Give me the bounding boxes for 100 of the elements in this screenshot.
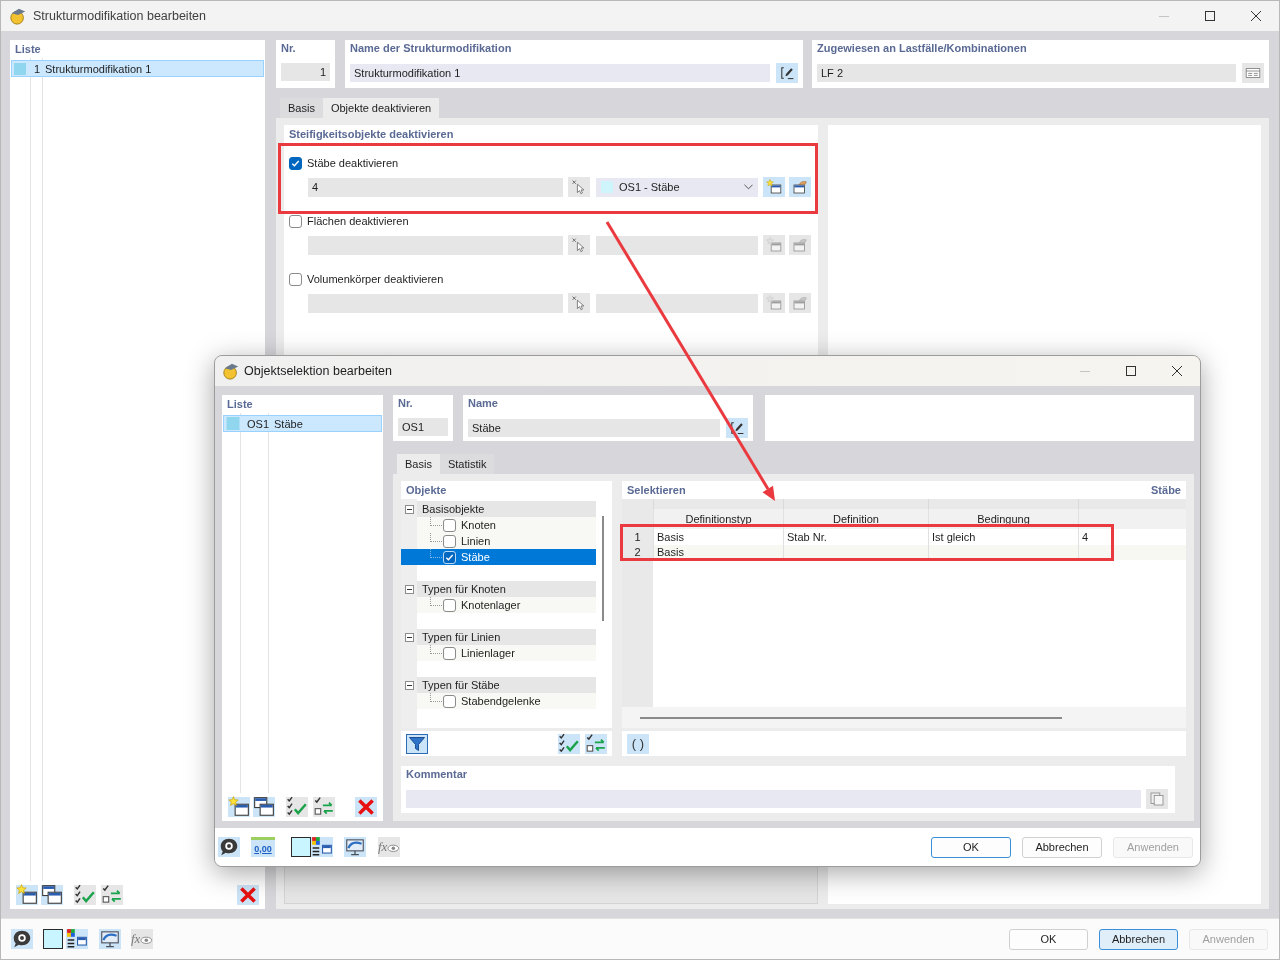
load-case-field[interactable]: LF 2 (817, 64, 1236, 82)
copy-comment-button[interactable] (1146, 789, 1168, 809)
table-icon (1245, 65, 1261, 81)
color-swatch-icon (291, 837, 311, 857)
collapse-icon[interactable] (404, 632, 414, 642)
object-number-field[interactable] (308, 293, 563, 313)
edit-selection-button[interactable] (789, 177, 811, 197)
tree-group-label[interactable]: Typen für Linien (417, 629, 596, 645)
display-button[interactable] (344, 837, 366, 857)
object-number-field[interactable]: 4 (308, 177, 563, 197)
maximize-icon (1126, 366, 1136, 376)
new-window-icon (766, 237, 782, 253)
collapse-icon[interactable] (404, 584, 414, 594)
copy-button[interactable] (253, 797, 275, 817)
list-item[interactable]: OS1 Stäbe (223, 415, 382, 432)
check-marks-icon (286, 796, 308, 818)
tree-group-label[interactable]: Typen für Stäbe (417, 677, 596, 693)
checkbox[interactable] (289, 214, 302, 228)
invert-selection-button[interactable] (585, 733, 607, 754)
field-label: Zugewiesen an Lastfälle/Kombinationen (817, 41, 1028, 56)
object-number-field[interactable] (308, 235, 563, 255)
delete-button[interactable] (355, 797, 377, 817)
scrollbar-thumb[interactable] (602, 516, 604, 621)
tab[interactable]: Basis (397, 454, 440, 474)
help-icon (218, 836, 240, 858)
list-button[interactable] (1242, 63, 1264, 83)
name-field[interactable]: Stäbe (468, 419, 720, 437)
checkbox[interactable] (443, 518, 456, 532)
window-title: Strukturmodifikation bearbeiten (33, 9, 206, 23)
decimals-button[interactable]: 0,00 (251, 837, 275, 857)
tab[interactable]: Basis (280, 98, 323, 118)
cursor-icon (571, 237, 587, 253)
checkbox-label: Stäbe deaktivieren (307, 157, 399, 169)
checkbox[interactable] (443, 534, 456, 548)
tree-item[interactable]: Stäbe (401, 549, 596, 565)
color-button[interactable] (43, 929, 63, 949)
field-label: Nr. (398, 396, 414, 411)
window-edit-icon (792, 295, 808, 311)
field-label: Name der Strukturmodifikation (350, 41, 513, 56)
tab[interactable]: Objekte deaktivieren (322, 98, 440, 118)
panel-title: Selektieren (627, 483, 686, 498)
edit-icon (779, 65, 795, 81)
new-window-icon (228, 796, 250, 818)
dialog-button[interactable]: Abbrechen (1022, 836, 1102, 858)
tree-item[interactable]: Linienlager (417, 645, 596, 661)
new-window-icon (16, 884, 38, 906)
list-item[interactable]: 1 Strukturmodifikation 1 (11, 60, 264, 77)
tree-item[interactable]: Linien (417, 533, 596, 549)
pick-button[interactable] (568, 177, 590, 197)
checkbox[interactable] (443, 646, 456, 660)
color-table-button[interactable] (311, 837, 333, 857)
eye-icon (387, 842, 400, 855)
color-button[interactable] (291, 837, 311, 857)
new-button[interactable] (228, 797, 250, 817)
collapse-icon[interactable] (404, 504, 414, 514)
edit-button[interactable] (776, 63, 798, 83)
checkbox[interactable] (443, 598, 456, 612)
delete-button[interactable] (237, 885, 259, 905)
delete-icon (237, 884, 259, 906)
number-field[interactable]: 1 (281, 63, 330, 81)
new-selection-button[interactable] (763, 177, 785, 197)
copy-button[interactable] (41, 885, 63, 905)
help-button[interactable] (218, 837, 240, 857)
tree-item-label: Knotenlager (461, 599, 521, 611)
filter-button[interactable] (406, 733, 428, 754)
selection-dropdown[interactable] (596, 235, 758, 255)
dialog-button[interactable]: OK (1009, 928, 1088, 950)
item-number: OS1 (247, 417, 269, 430)
tab[interactable]: Statistik (439, 454, 495, 474)
tree-item[interactable]: Stabendgelenke (417, 693, 596, 709)
tree-item-label: Knoten (461, 519, 496, 531)
tree-item[interactable]: Knotenlager (417, 597, 596, 613)
select-all-button[interactable] (558, 733, 580, 754)
tree-item[interactable]: Knoten (417, 517, 596, 533)
checkbox[interactable] (289, 156, 302, 170)
dialog-button[interactable]: Abbrechen (1099, 928, 1178, 950)
new-button[interactable] (16, 885, 38, 905)
tree-group-label[interactable]: Basisobjekte (417, 501, 596, 517)
dialog-button[interactable]: OK (931, 836, 1011, 858)
help-button[interactable] (11, 929, 33, 949)
selection-dropdown[interactable]: OS1 - Stäbe (596, 177, 758, 197)
collapse-icon[interactable] (404, 680, 414, 690)
display-button[interactable] (99, 929, 121, 949)
field-label: Kommentar (406, 767, 469, 782)
tree-item-label: Linien (461, 535, 491, 547)
item-name: Strukturmodifikation 1 (45, 62, 152, 75)
number-field[interactable]: OS1 (398, 418, 448, 436)
checkbox[interactable] (289, 272, 302, 286)
color-table-button[interactable] (66, 929, 88, 949)
pick-button[interactable] (568, 235, 590, 255)
selection-dropdown[interactable] (596, 293, 758, 313)
pick-button[interactable] (568, 293, 590, 313)
checkbox-label: Volumenkörper deaktivieren (307, 273, 444, 285)
tree-group-label[interactable]: Typen für Knoten (417, 581, 596, 597)
name-field[interactable]: Strukturmodifikation 1 (350, 64, 770, 82)
new-window-icon (766, 295, 782, 311)
scrollbar-thumb[interactable] (640, 717, 1062, 719)
brackets-button[interactable]: ( ) (627, 733, 649, 754)
checkbox[interactable] (443, 694, 456, 708)
color-swatch-icon (43, 929, 63, 949)
